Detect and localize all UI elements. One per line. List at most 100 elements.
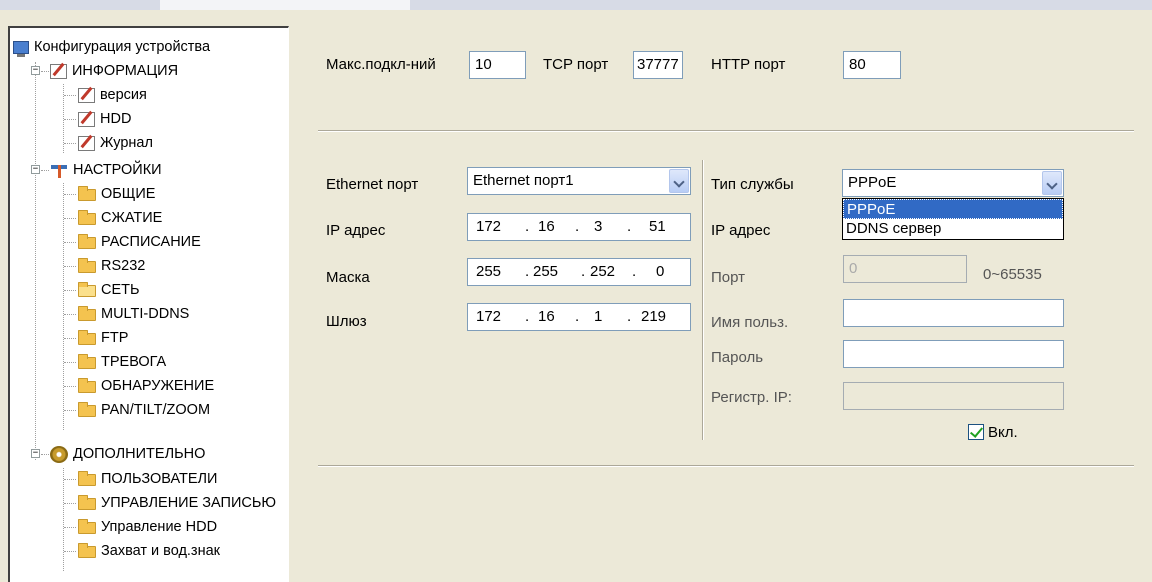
tree-item-label: СЖАТИЕ (101, 210, 163, 226)
ip-octet[interactable]: 172 (476, 214, 501, 240)
service-type-select[interactable]: PPPoE (842, 169, 1064, 197)
max-connections-label: Макс.подкл-ний (326, 56, 436, 73)
ip-octet[interactable]: 0 (656, 259, 664, 285)
tree-item-label: НАСТРОЙКИ (73, 162, 162, 178)
tree-connector (64, 143, 76, 144)
ip-dot: . (581, 263, 586, 280)
ip-octet[interactable]: 255 (533, 259, 558, 285)
service-ip-label: IP адрес (711, 222, 771, 239)
tree-item-general[interactable]: ОБЩИЕ (78, 183, 155, 205)
tree-item-hdd[interactable]: HDD (78, 108, 131, 130)
tree-item-compression[interactable]: СЖАТИЕ (78, 207, 162, 229)
tree-root[interactable]: Конфигурация устройства (13, 36, 210, 58)
top-strip-highlight (160, 0, 410, 10)
username-input[interactable] (843, 299, 1064, 327)
enable-checkbox[interactable] (968, 424, 984, 440)
tree-item-label: Захват и вод.знак (101, 543, 220, 559)
dropdown-option-ddns[interactable]: DDNS сервер (843, 219, 1063, 239)
port-range-hint: 0~65535 (983, 266, 1042, 283)
tree-item-network[interactable]: СЕТЬ (78, 279, 140, 301)
max-connections-input[interactable]: 10 (469, 51, 526, 79)
tree-connector (64, 338, 76, 339)
ip-octet[interactable]: 172 (476, 304, 501, 330)
folder-icon (78, 495, 96, 510)
chevron-down-icon[interactable] (669, 169, 689, 193)
tree-connector (64, 314, 76, 315)
register-ip-input[interactable] (843, 382, 1064, 410)
info-collapse-icon[interactable]: − (31, 66, 40, 75)
ip-dot: . (525, 308, 530, 325)
folder-icon (78, 543, 96, 558)
ip-octet[interactable]: 16 (538, 304, 555, 330)
tree-item-detection[interactable]: ОБНАРУЖЕНИЕ (78, 375, 214, 397)
tree-item-info[interactable]: ИНФОРМАЦИЯ (50, 60, 178, 82)
tree-item-label: HDD (100, 111, 132, 127)
tree-item-label: FTP (101, 330, 129, 346)
tree-item-label: PAN/TILT/ZOOM (101, 402, 211, 418)
separator-bottom (318, 465, 1134, 467)
tree-item-ftp[interactable]: FTP (78, 327, 128, 349)
chevron-down-icon[interactable] (1042, 171, 1062, 195)
subnet-mask-input[interactable]: 255 . 255 . 252 . 0 (467, 258, 691, 286)
ip-address-input[interactable]: 172 . 16 . 3 . 51 (467, 213, 691, 241)
ip-octet[interactable]: 219 (641, 304, 666, 330)
tree-item-schedule[interactable]: РАСПИСАНИЕ (78, 231, 201, 253)
tree-connector (64, 410, 76, 411)
tree-connector (64, 362, 76, 363)
ethernet-port-label: Ethernet порт (326, 176, 419, 193)
http-port-input[interactable]: 80 (843, 51, 901, 79)
ip-octet[interactable]: 1 (594, 304, 602, 330)
gateway-input[interactable]: 172 . 16 . 1 . 219 (467, 303, 691, 331)
advanced-collapse-icon[interactable]: − (31, 449, 40, 458)
tree-line-root (35, 62, 36, 460)
tree-item-ptz[interactable]: PAN/TILT/ZOOM (78, 399, 210, 421)
tree-item-multi-ddns[interactable]: MULTI-DDNS (78, 303, 189, 325)
tree-item-label: СЕТЬ (101, 282, 140, 298)
service-type-dropdown[interactable]: PPPoE DDNS сервер (842, 198, 1064, 240)
config-tree[interactable]: Конфигурация устройства − ИНФОРМАЦИЯ вер… (8, 26, 289, 582)
tree-line-settings (63, 183, 64, 430)
separator-top (318, 130, 1134, 132)
ip-octet[interactable]: 51 (649, 214, 666, 240)
ip-octet[interactable]: 3 (594, 214, 602, 240)
tree-connector (64, 119, 76, 120)
tree-connector (41, 170, 49, 171)
tree-line-advanced (63, 468, 64, 571)
tree-item-label: версия (100, 87, 147, 103)
http-port-label: HTTP порт (711, 56, 786, 73)
tools-icon (50, 163, 68, 178)
folder-icon (78, 519, 96, 534)
tree-item-label: MULTI-DDNS (101, 306, 190, 322)
ip-octet[interactable]: 16 (538, 214, 555, 240)
ip-octet[interactable]: 252 (590, 259, 615, 285)
tree-item-snapshot-watermark[interactable]: Захват и вод.знак (78, 540, 220, 562)
tree-item-users[interactable]: ПОЛЬЗОВАТЕЛИ (78, 468, 217, 490)
folder-icon (78, 354, 96, 369)
password-label: Пароль (711, 349, 764, 366)
tree-item-hdd-control[interactable]: Управление HDD (78, 516, 217, 538)
service-port-input[interactable]: 0 (843, 255, 967, 283)
ethernet-port-select[interactable]: Ethernet порт1 (467, 167, 691, 195)
tree-connector (64, 527, 76, 528)
ip-dot: . (632, 263, 637, 280)
settings-collapse-icon[interactable]: − (31, 165, 40, 174)
folder-icon (78, 210, 96, 225)
tcp-port-label: TCP порт (543, 56, 609, 73)
tree-item-version[interactable]: версия (78, 84, 147, 106)
tree-item-settings[interactable]: НАСТРОЙКИ (50, 159, 162, 181)
folder-icon (78, 330, 96, 345)
tree-item-alarm[interactable]: ТРЕВОГА (78, 351, 166, 373)
tree-item-label: ТРЕВОГА (101, 354, 167, 370)
tree-connector (64, 218, 76, 219)
dropdown-option-pppoe[interactable]: PPPoE (843, 199, 1063, 219)
tree-root-label: Конфигурация устройства (34, 39, 211, 55)
password-input[interactable] (843, 340, 1064, 368)
tree-item-advanced[interactable]: ДОПОЛНИТЕЛЬНО (50, 443, 205, 465)
tree-item-record-control[interactable]: УПРАВЛЕНИЕ ЗАПИСЬЮ (78, 492, 276, 514)
tcp-port-input[interactable]: 37777 (633, 51, 683, 79)
tree-item-label: ИНФОРМАЦИЯ (72, 63, 179, 79)
tree-item-rs232[interactable]: RS232 (78, 255, 145, 277)
ip-dot: . (525, 263, 530, 280)
tree-item-log[interactable]: Журнал (78, 132, 153, 154)
ip-octet[interactable]: 255 (476, 259, 501, 285)
